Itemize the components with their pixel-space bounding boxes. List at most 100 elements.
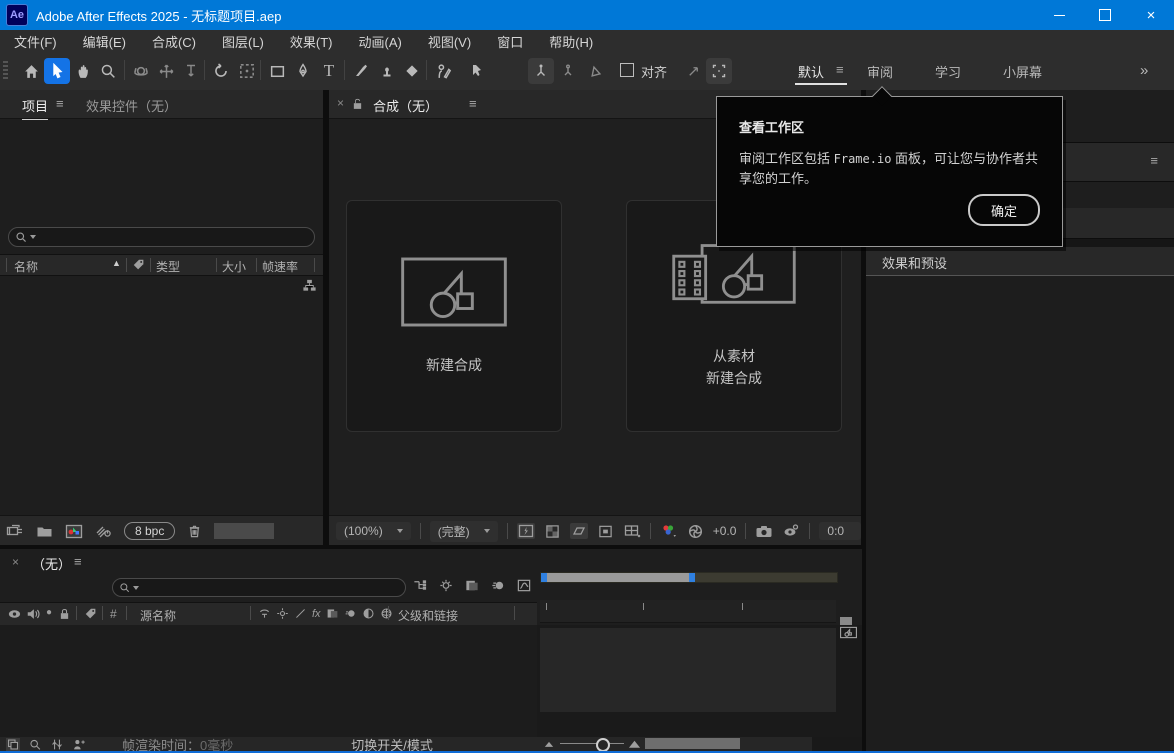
project-panel-menu-icon[interactable]: ≡ xyxy=(56,96,64,111)
3d-layer-icon[interactable] xyxy=(380,607,393,620)
roi-icon[interactable] xyxy=(570,523,588,539)
puppet-position-pin-icon[interactable] xyxy=(528,58,554,84)
panel-gap[interactable] xyxy=(323,90,329,545)
timeline-zoom-slider-track[interactable] xyxy=(560,743,624,744)
exposure-value[interactable]: +0.0 xyxy=(713,524,737,538)
show-snapshot-icon[interactable] xyxy=(782,523,800,539)
minimize-button[interactable] xyxy=(1036,0,1082,30)
project-settings-icon[interactable] xyxy=(95,524,112,539)
track-area[interactable] xyxy=(540,628,836,712)
menu-animation[interactable]: 动画(A) xyxy=(359,32,402,51)
frame-blend-icon[interactable] xyxy=(326,607,339,620)
fit-arrows-icon[interactable] xyxy=(680,58,706,84)
collapse-icon[interactable] xyxy=(276,607,289,620)
transparency-grid-icon[interactable] xyxy=(544,524,561,539)
search-options-chevron-icon[interactable] xyxy=(133,586,139,590)
column-parent-link[interactable]: 父级和链接 xyxy=(398,607,458,624)
comp-button-icon[interactable] xyxy=(840,625,857,640)
effects-presets-header[interactable]: 效果和预设 xyxy=(866,247,1174,276)
exposure-icon[interactable] xyxy=(687,523,704,540)
menu-file[interactable]: 文件(F) xyxy=(14,32,57,51)
pan-camera-tool-icon[interactable] xyxy=(153,58,179,84)
roto-brush-tool-icon[interactable] xyxy=(430,58,456,84)
label-tag-icon[interactable] xyxy=(84,607,98,621)
timeline-tab[interactable]: （无） xyxy=(32,554,71,577)
graph-editor-icon[interactable] xyxy=(516,578,532,593)
zoom-out-mountain-icon[interactable] xyxy=(544,740,554,748)
puppet-pin-tool-icon[interactable] xyxy=(462,58,488,84)
workspace-tab-review[interactable]: 审阅 xyxy=(867,62,893,81)
workspace-tab-default[interactable]: 默认 xyxy=(798,62,824,81)
dolly-camera-tool-icon[interactable] xyxy=(178,58,204,84)
column-name[interactable]: 名称 xyxy=(14,258,38,275)
new-composition-icon[interactable] xyxy=(65,524,83,539)
timeline-close-icon[interactable]: × xyxy=(12,555,19,569)
eye-icon[interactable] xyxy=(7,608,22,620)
new-folder-icon[interactable] xyxy=(36,524,53,539)
tab-composition[interactable]: 合成（无） xyxy=(373,96,438,119)
workspace-overflow-icon[interactable]: » xyxy=(1140,62,1148,79)
fx-icon[interactable]: fx xyxy=(312,608,321,620)
pen-tool-icon[interactable] xyxy=(290,58,316,84)
audio-icon[interactable] xyxy=(26,607,40,621)
quality-icon[interactable] xyxy=(294,607,307,620)
timeline-nav-right-handle[interactable] xyxy=(689,573,695,582)
workspace-tab-small-screen[interactable]: 小屏幕 xyxy=(1003,62,1042,81)
menu-edit[interactable]: 编辑(E) xyxy=(83,32,126,51)
timeline-nav-track[interactable] xyxy=(540,572,838,583)
timeline-nav-left-handle[interactable] xyxy=(541,573,547,582)
tab-effect-controls[interactable]: 效果控件（无） xyxy=(86,96,177,115)
timeline-zoom-slider-knob[interactable] xyxy=(596,738,610,752)
region-of-interest-icon[interactable] xyxy=(706,58,732,84)
expand-in-out-icon[interactable] xyxy=(50,738,64,751)
expand-layer-switches-icon[interactable] xyxy=(6,738,20,751)
rotation-tool-icon[interactable] xyxy=(208,58,234,84)
lock-icon[interactable] xyxy=(58,607,71,621)
tooltip-ok-button[interactable]: 确定 xyxy=(968,194,1040,226)
zoom-tool-icon[interactable] xyxy=(95,58,121,84)
column-size[interactable]: 大小 xyxy=(222,258,246,275)
maximize-button[interactable] xyxy=(1082,0,1128,30)
fast-preview-icon[interactable] xyxy=(517,523,535,539)
shy-icon[interactable] xyxy=(258,607,271,620)
tab-project[interactable]: 项目 xyxy=(22,96,48,120)
camera-tool-icon[interactable] xyxy=(234,58,260,84)
motion-blur-icon[interactable] xyxy=(490,578,506,593)
column-type[interactable]: 类型 xyxy=(156,258,180,275)
menu-help[interactable]: 帮助(H) xyxy=(549,32,593,51)
project-footer-scrollbar[interactable] xyxy=(214,523,274,539)
menu-layer[interactable]: 图层(L) xyxy=(222,32,264,51)
eraser-tool-icon[interactable] xyxy=(399,58,425,84)
trash-icon[interactable] xyxy=(187,523,202,539)
search-options-chevron-icon[interactable] xyxy=(30,235,36,239)
clone-stamp-tool-icon[interactable] xyxy=(374,58,400,84)
column-framerate[interactable]: 帧速率 xyxy=(262,258,298,275)
timeline-horizontal-scrollbar[interactable] xyxy=(645,738,740,749)
timeline-search-input[interactable] xyxy=(141,580,399,596)
draft-3d-icon[interactable] xyxy=(438,578,454,593)
solo-icon[interactable]: ● xyxy=(46,607,52,618)
label-tag-icon[interactable] xyxy=(132,258,146,272)
grid-options-icon[interactable] xyxy=(623,523,641,539)
home-icon[interactable] xyxy=(18,58,44,84)
brush-tool-icon[interactable] xyxy=(348,58,374,84)
snap-checkbox[interactable] xyxy=(620,63,634,77)
interpret-footage-icon[interactable] xyxy=(6,523,24,539)
frame-blending-icon[interactable] xyxy=(464,578,480,593)
workspace-menu-icon[interactable]: ≡ xyxy=(836,62,844,77)
rectangle-tool-icon[interactable] xyxy=(264,58,290,84)
flowchart-icon[interactable] xyxy=(302,278,317,293)
right-panel-menu-icon[interactable]: ≡ xyxy=(1150,153,1158,168)
zoom-in-mountain-icon[interactable] xyxy=(628,739,641,749)
color-depth-button[interactable]: 8 bpc xyxy=(124,522,175,540)
close-button[interactable]: × xyxy=(1128,0,1174,30)
guides-icon[interactable] xyxy=(597,524,614,539)
resolution-dropdown[interactable]: (完整) xyxy=(430,521,498,542)
column-source-name[interactable]: 源名称 xyxy=(140,607,176,624)
puppet-bend-pin-icon[interactable] xyxy=(582,58,608,84)
timecode-display[interactable]: 0:0 xyxy=(819,522,861,540)
menu-view[interactable]: 视图(V) xyxy=(428,32,471,51)
toolbar-grip[interactable] xyxy=(3,61,8,81)
motion-blur-icon[interactable] xyxy=(344,607,357,620)
comp-panel-close-icon[interactable]: × xyxy=(337,96,344,110)
